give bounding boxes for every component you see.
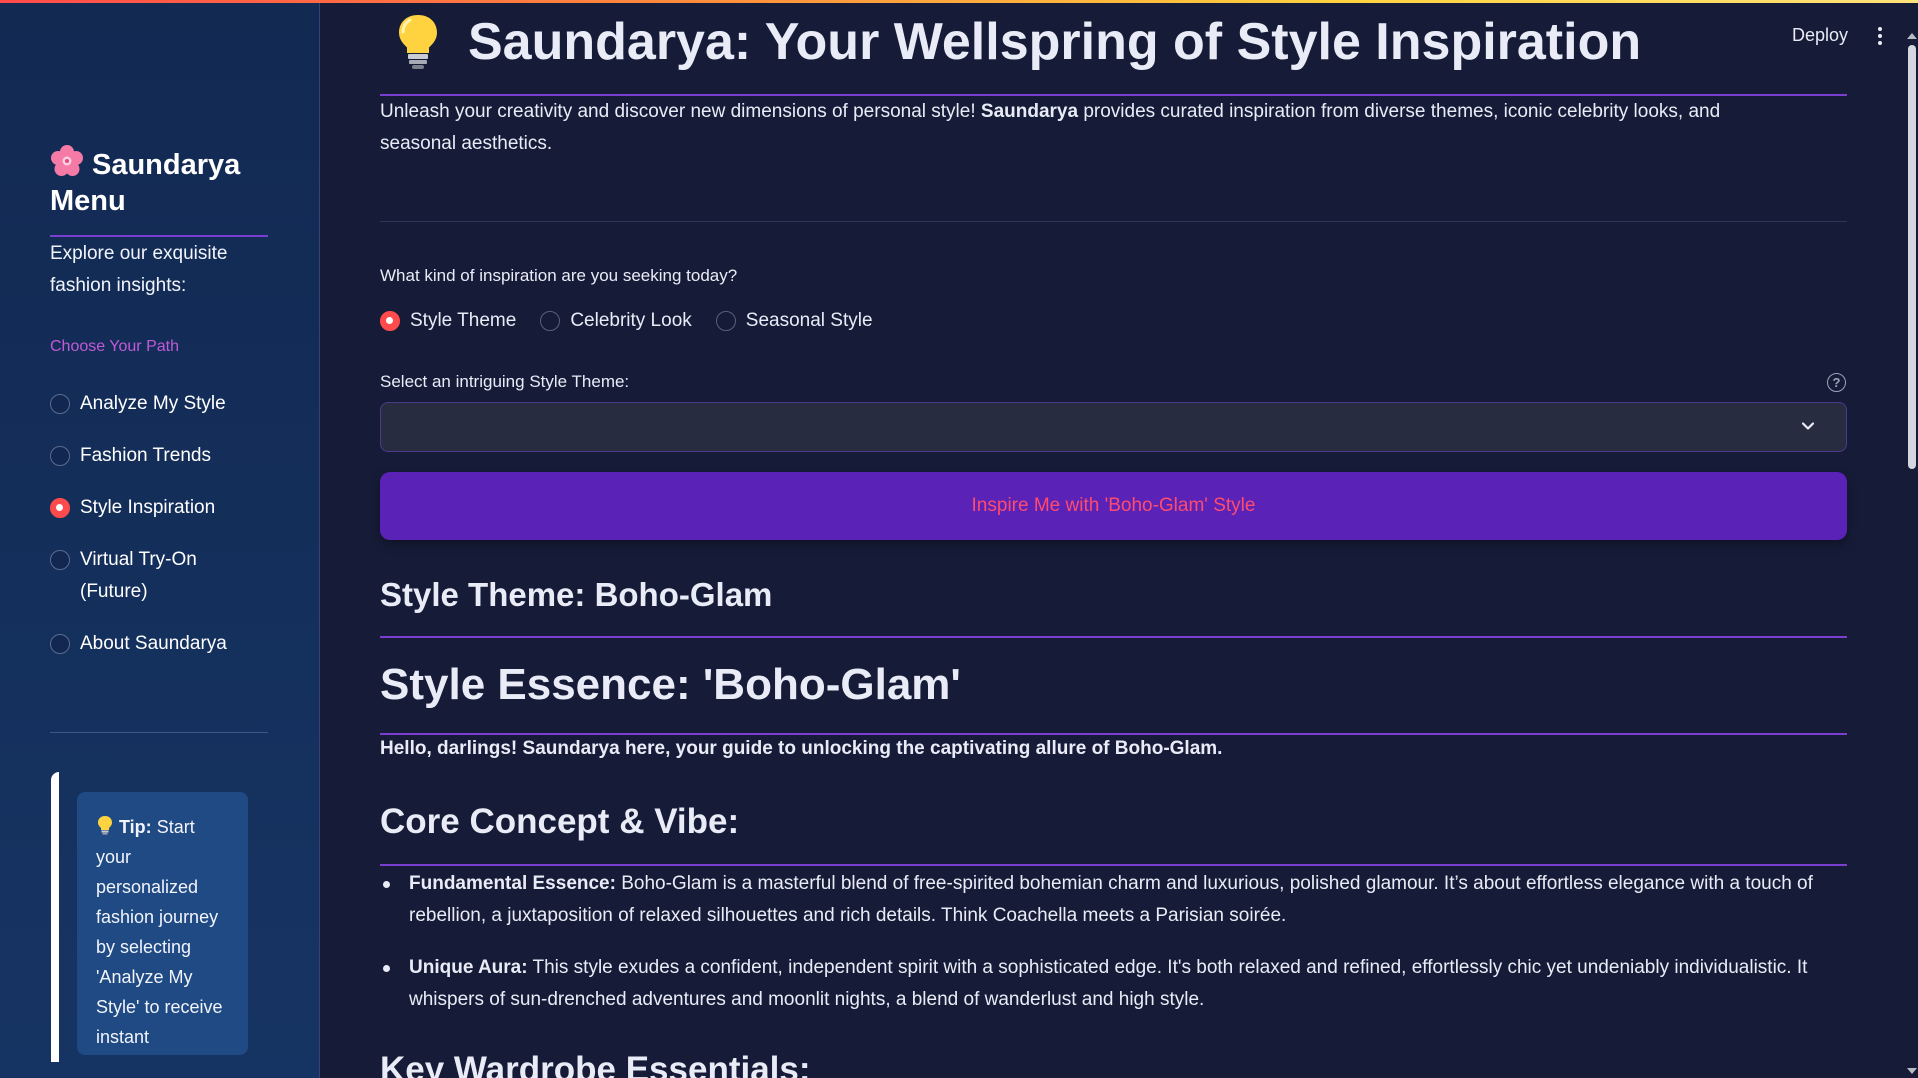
help-icon[interactable]: ?	[1827, 373, 1846, 392]
core-concept-list: Fundamental Essence: Boho-Glam is a mast…	[380, 868, 1820, 1036]
radio-label: Seasonal Style	[745, 310, 873, 331]
list-item: Fundamental Essence: Boho-Glam is a mast…	[380, 868, 1820, 932]
radio-button-selected[interactable]	[380, 311, 400, 331]
radio-label: Style Theme	[410, 310, 517, 331]
list-item: Unique Aura: This style exudes a confide…	[380, 952, 1820, 1016]
heading-divider	[380, 864, 1847, 866]
list-item-text: This style exudes a confident, independe…	[409, 957, 1808, 1010]
radio-button[interactable]	[540, 311, 561, 331]
cherry-blossom-icon	[51, 145, 83, 176]
radio-button-selected[interactable]	[50, 498, 70, 518]
tip-box: Tip: Start your personalized fashion jou…	[77, 792, 248, 1055]
sidebar-nav: Analyze My Style Fashion Trends Style In…	[50, 388, 280, 680]
sidebar-item-label: Style Inspiration	[80, 497, 216, 518]
list-item-label: Fundamental Essence:	[409, 873, 616, 894]
kebab-menu-icon[interactable]	[1873, 27, 1887, 49]
sidebar-explore-text: Explore our exquisite fashion insights:	[50, 243, 228, 296]
tip-text: Tip: Start your personalized fashion jou…	[96, 812, 234, 1052]
core-concept-heading: Core Concept & Vibe:	[380, 802, 740, 841]
top-decoration-bar	[0, 0, 1918, 3]
page-title-text: Saundarya: Your Wellspring of Style Insp…	[468, 13, 1642, 71]
sidebar-item-style-inspiration[interactable]: Style Inspiration	[50, 492, 280, 524]
lightbulb-icon	[399, 15, 437, 69]
scrollbar-thumb[interactable]	[1908, 45, 1916, 469]
radio-button[interactable]	[50, 550, 70, 570]
radio-button[interactable]	[50, 446, 70, 466]
deploy-button[interactable]: Deploy	[1792, 25, 1848, 46]
sidebar: Saundarya Menu Explore our exquisite fas…	[0, 0, 320, 1078]
inspire-me-button[interactable]: Inspire Me with 'Boho-Glam' Style	[380, 472, 1847, 540]
tip-quote-bar	[51, 772, 59, 1062]
style-theme-heading: Style Theme: Boho-Glam	[380, 576, 773, 613]
list-item-label: Unique Aura:	[409, 957, 528, 978]
sidebar-item-label: Virtual Try-On (Future)	[80, 549, 197, 602]
sidebar-item-about-saundarya[interactable]: About Saundarya	[50, 628, 280, 660]
lightbulb-icon	[98, 816, 112, 835]
list-item-text: Boho-Glam is a masterful blend of free-s…	[409, 873, 1813, 926]
section-divider	[380, 221, 1847, 222]
sidebar-item-label: Analyze My Style	[80, 393, 226, 414]
style-essence-heading: Style Essence: 'Boho-Glam'	[380, 660, 961, 709]
sidebar-divider	[50, 732, 268, 733]
intro-brand: Saundarya	[980, 101, 1079, 122]
choose-path-label: Choose Your Path	[50, 338, 179, 355]
greeting-text: Hello, darlings! Saundarya here, your gu…	[380, 738, 1223, 759]
heading-divider	[380, 733, 1847, 735]
sidebar-title: Saundarya Menu	[50, 144, 290, 219]
radio-option-style-theme[interactable]: Style Theme	[380, 310, 516, 332]
page-title: Saundarya: Your Wellspring of Style Insp…	[394, 10, 1641, 74]
radio-label: Celebrity Look	[570, 310, 692, 331]
style-theme-select-label: Select an intriguing Style Theme:	[380, 372, 630, 391]
scroll-up-arrow-icon[interactable]	[1907, 33, 1917, 39]
intro-text: Unleash your creativity and discover new…	[380, 96, 1800, 160]
radio-button[interactable]	[715, 311, 736, 331]
sidebar-item-virtual-try-on[interactable]: Virtual Try-On (Future)	[50, 544, 280, 608]
intro-part: Unleash your creativity and discover new…	[380, 101, 981, 122]
chevron-down-icon[interactable]	[1800, 418, 1816, 434]
style-theme-select[interactable]	[380, 402, 1847, 452]
radio-option-seasonal-style[interactable]: Seasonal Style	[715, 310, 873, 332]
sidebar-divider	[50, 235, 268, 237]
radio-button[interactable]	[50, 394, 70, 414]
tip-bold: Tip:	[119, 817, 152, 837]
inspiration-question-label: What kind of inspiration are you seeking…	[380, 266, 738, 285]
heading-divider	[380, 636, 1847, 638]
tip-body: Start your personalized fashion journey …	[96, 817, 223, 1047]
scroll-down-arrow-icon[interactable]	[1907, 1068, 1917, 1074]
key-wardrobe-heading: Key Wardrobe Essentials:	[380, 1050, 811, 1078]
radio-option-celebrity-look[interactable]: Celebrity Look	[540, 310, 692, 332]
radio-button[interactable]	[50, 634, 70, 654]
sidebar-item-analyze-my-style[interactable]: Analyze My Style	[50, 388, 280, 420]
inspiration-type-radio-group: Style Theme Celebrity Look Seasonal Styl…	[380, 310, 897, 332]
sidebar-item-label: About Saundarya	[80, 633, 227, 654]
sidebar-item-label: Fashion Trends	[80, 445, 211, 466]
sidebar-item-fashion-trends[interactable]: Fashion Trends	[50, 440, 280, 472]
